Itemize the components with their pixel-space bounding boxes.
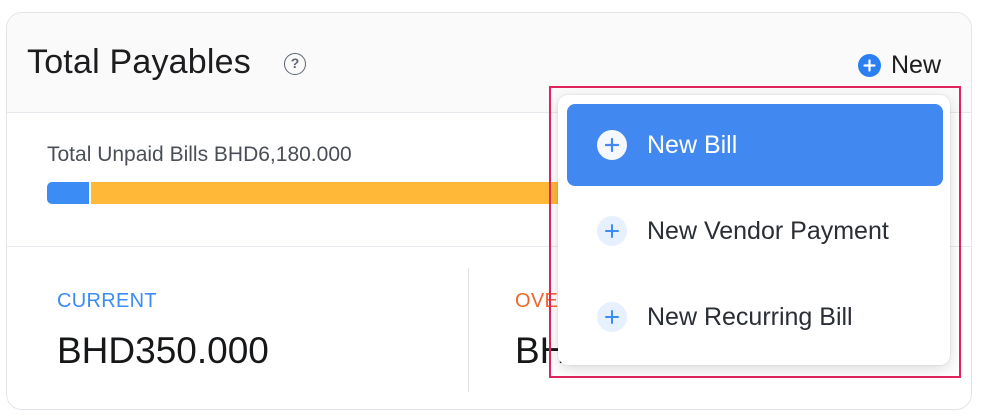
card-title: Total Payables <box>27 43 251 81</box>
plus-circle-icon <box>597 130 627 160</box>
plus-circle-icon <box>858 53 881 77</box>
plus-circle-icon <box>597 302 627 332</box>
plus-circle-icon <box>597 216 627 246</box>
menu-item-new-recurring-bill[interactable]: New Recurring Bill <box>567 276 943 358</box>
progress-overdue-segment <box>91 182 567 204</box>
divider-vertical <box>468 268 469 392</box>
menu-item-new-bill[interactable]: New Bill <box>567 104 943 186</box>
menu-item-new-vendor-payment[interactable]: New Vendor Payment <box>567 190 943 272</box>
menu-item-label: New Bill <box>647 131 738 159</box>
new-button[interactable]: New <box>858 50 941 80</box>
current-label: CURRENT <box>57 290 157 312</box>
help-icon[interactable]: ? <box>284 53 306 75</box>
current-amount: BHD350.000 <box>57 330 269 371</box>
unpaid-progress-bar <box>47 182 567 204</box>
menu-item-label: New Vendor Payment <box>647 217 889 245</box>
new-dropdown-menu: New Bill New Vendor Payment New Recurrin… <box>558 95 950 365</box>
menu-item-label: New Recurring Bill <box>647 303 853 331</box>
new-button-label: New <box>891 50 942 79</box>
progress-current-segment <box>47 182 89 204</box>
total-unpaid-label: Total Unpaid Bills BHD6,180.000 <box>47 143 352 166</box>
